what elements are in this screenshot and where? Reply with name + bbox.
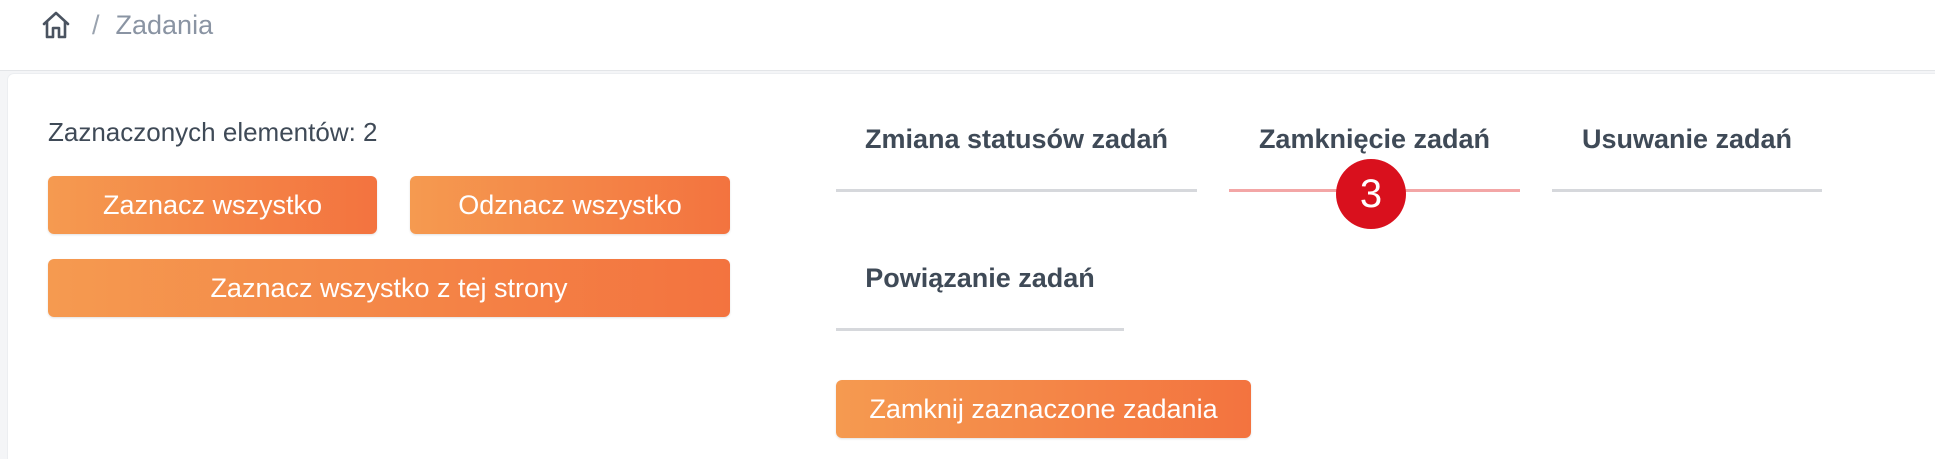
tab-link-tasks[interactable]: Powiązanie zadań	[836, 263, 1124, 303]
tab-label: Zmiana statusów zadań	[864, 124, 1169, 154]
select-page-button[interactable]: Zaznacz wszystko z tej strony	[48, 259, 730, 317]
breadcrumb-separator: /	[92, 9, 100, 40]
close-selected-tasks-button[interactable]: Zamknij zaznaczone zadania	[836, 380, 1251, 438]
tab-underline	[836, 328, 1124, 331]
tab-underline	[836, 189, 1197, 192]
breadcrumb: / Zadania	[40, 7, 213, 43]
tab-status-change[interactable]: Zmiana statusów zadań	[836, 124, 1197, 164]
tab-delete-tasks[interactable]: Usuwanie zadań	[1552, 124, 1822, 164]
tab-underline	[1552, 189, 1822, 192]
tab-label: Zamknięcie zadań	[1258, 124, 1491, 154]
top-bar: / Zadania	[0, 0, 1935, 71]
tab-label: Usuwanie zadań	[1581, 124, 1793, 154]
selected-count: Zaznaczonych elementów: 2	[48, 117, 378, 147]
tab-close-tasks[interactable]: Zamknięcie zadań	[1229, 124, 1520, 164]
step-number-badge: 3	[1336, 159, 1406, 229]
tab-label: Powiązanie zadań	[865, 263, 1095, 293]
breadcrumb-current: Zadania	[115, 9, 214, 40]
select-all-button[interactable]: Zaznacz wszystko	[48, 176, 377, 234]
home-icon[interactable]	[40, 9, 72, 41]
deselect-all-button[interactable]: Odznacz wszystko	[410, 176, 730, 234]
